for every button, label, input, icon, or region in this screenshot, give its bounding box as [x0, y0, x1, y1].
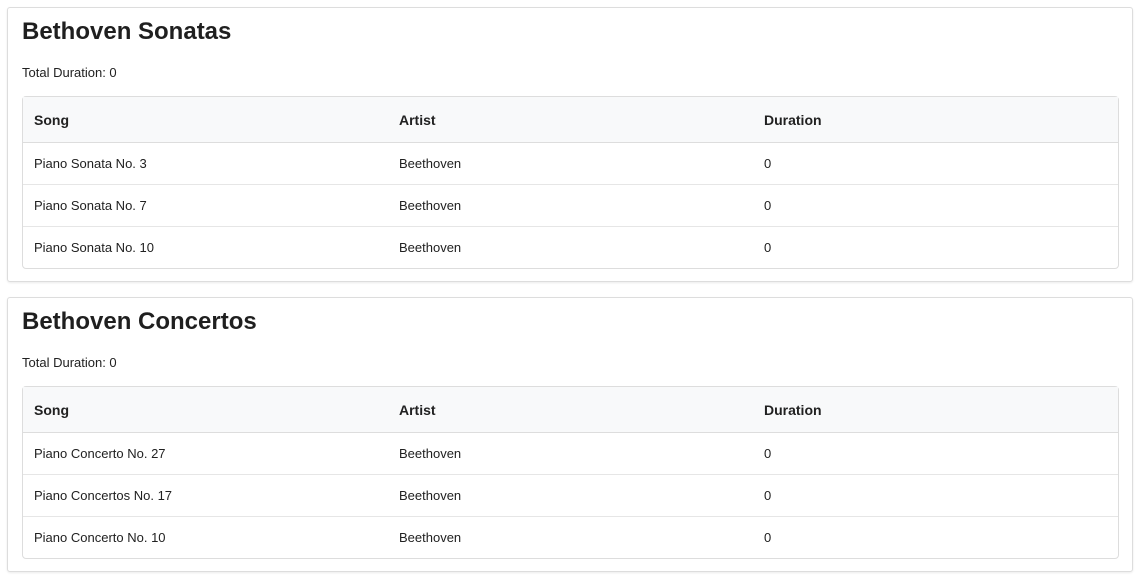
table-cell: Piano Sonata No. 7	[23, 184, 388, 226]
table-cell: Piano Concertos No. 17	[23, 474, 388, 516]
table-cell: 0	[753, 516, 1118, 558]
total-duration: Total Duration: 0	[22, 65, 117, 80]
column-header: Duration	[753, 97, 1118, 143]
column-header: Artist	[388, 387, 753, 433]
table-row: Piano Sonata No. 7 Beethoven 0	[23, 184, 1118, 226]
table-cell: Piano Sonata No. 3	[34, 156, 147, 171]
table-cell: Piano Concerto No. 27	[34, 446, 166, 461]
table-cell: 0	[764, 156, 772, 171]
table-cell: Beethoven	[399, 446, 462, 461]
table-cell: Piano Concerto No. 10	[23, 516, 388, 558]
table-cell: Beethoven	[388, 474, 753, 516]
table-cell: Beethoven	[388, 226, 753, 268]
total-duration: Total Duration: 0	[22, 355, 117, 370]
table-cell: Piano Sonata No. 10	[23, 226, 388, 268]
table-row: Piano Sonata No. 10 Beethoven 0	[23, 226, 1118, 268]
table-row: Piano Concertos No. 17 Beethoven 0	[23, 474, 1118, 516]
table-row: Piano Concerto No. 27 Beethoven 0	[23, 433, 1118, 474]
playlist-card: Bethoven Concertos Total Duration: 0 Son…	[7, 297, 1133, 572]
table-cell: Beethoven	[399, 156, 462, 171]
table-cell: 0	[753, 226, 1118, 268]
table-cell: Beethoven	[388, 516, 753, 558]
column-header: Artist	[388, 97, 753, 143]
column-header: Duration	[753, 387, 1118, 433]
playlist-title: Bethoven Concertos	[22, 308, 257, 335]
table-cell: 0	[753, 474, 1118, 516]
playlist-title: Bethoven Sonatas	[22, 18, 232, 45]
table-cell: Beethoven	[388, 184, 753, 226]
playlist-card: Bethoven Sonatas Total Duration: 0 Song A…	[7, 7, 1133, 282]
column-header: Song	[23, 97, 388, 143]
table-cell: 0	[764, 446, 772, 461]
songs-table: Song Artist Duration Piano Sonata No. 3 Beet…	[22, 96, 1119, 269]
table-row: Piano Concerto No. 10 Beethoven 0	[23, 516, 1118, 558]
column-header: Song	[23, 387, 388, 433]
table-row: Piano Sonata No. 3 Beethoven 0	[23, 143, 1118, 184]
table-cell: 0	[753, 184, 1118, 226]
songs-table: Song Artist Duration Piano Concerto No. 27 B…	[22, 386, 1119, 559]
